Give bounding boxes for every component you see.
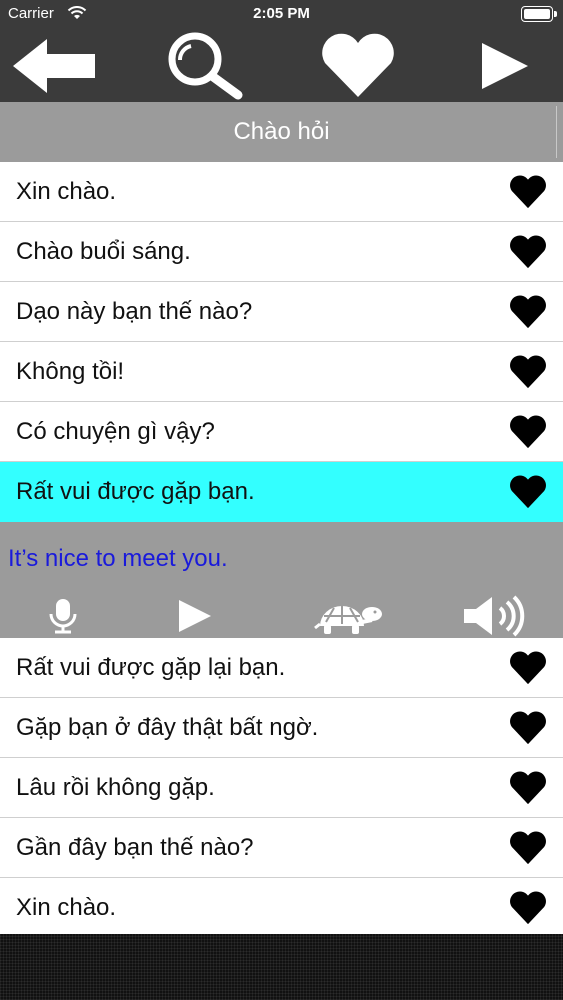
phrase-text: Xin chào. bbox=[16, 893, 117, 921]
heart-icon[interactable] bbox=[509, 709, 547, 747]
translation-panel: It’s nice to meet you. bbox=[0, 522, 563, 638]
phrase-text: Rất vui được gặp bạn. bbox=[16, 478, 255, 505]
play-icon bbox=[482, 43, 528, 89]
heart-icon[interactable] bbox=[509, 649, 547, 687]
favorites-button[interactable] bbox=[316, 30, 400, 102]
list-item[interactable]: Rất vui được gặp lại bạn. bbox=[0, 638, 563, 698]
list-item-selected[interactable]: Rất vui được gặp bạn. bbox=[0, 462, 563, 522]
slow-play-button[interactable] bbox=[312, 594, 388, 638]
back-button[interactable] bbox=[8, 30, 100, 102]
status-bar: Carrier 2:05 PM bbox=[0, 0, 563, 30]
phrase-text: Gần đây bạn thế nào? bbox=[16, 833, 254, 861]
heart-icon[interactable] bbox=[509, 233, 547, 271]
heart-icon[interactable] bbox=[509, 293, 547, 331]
phrase-text: Có chuyện gì vậy? bbox=[16, 417, 215, 445]
phrase-text: Rất vui được gặp lại bạn. bbox=[16, 653, 286, 681]
phrase-text: Dạo này bạn thế nào? bbox=[16, 297, 253, 325]
list-item[interactable]: Chào buổi sáng. bbox=[0, 222, 563, 282]
bottom-background bbox=[0, 934, 563, 1000]
translation-text: It’s nice to meet you. bbox=[8, 545, 228, 572]
list-item[interactable]: Gần đây bạn thế nào? bbox=[0, 818, 563, 878]
phrase-text: Xin chào. bbox=[16, 177, 117, 205]
heart-icon[interactable] bbox=[509, 173, 547, 211]
back-arrow-icon bbox=[13, 39, 95, 93]
search-button[interactable] bbox=[160, 30, 250, 102]
status-time: 2:05 PM bbox=[253, 5, 310, 22]
heart-icon[interactable] bbox=[509, 353, 547, 391]
list-item[interactable]: Dạo này bạn thế nào? bbox=[0, 282, 563, 342]
list-item[interactable]: Gặp bạn ở đây thật bất ngờ. bbox=[0, 698, 563, 758]
list-item[interactable]: Xin chào. bbox=[0, 878, 563, 938]
section-title: Chào hỏi bbox=[233, 118, 330, 145]
microphone-icon bbox=[49, 599, 77, 634]
phrase-list: Xin chào. Chào buổi sáng. Dạo này bạn th… bbox=[0, 162, 563, 938]
magnifier-icon bbox=[168, 32, 243, 100]
list-item[interactable]: Có chuyện gì vậy? bbox=[0, 402, 563, 462]
play-button[interactable] bbox=[170, 594, 220, 638]
battery-icon bbox=[521, 6, 557, 22]
list-item[interactable]: Xin chào. bbox=[0, 162, 563, 222]
heart-icon[interactable] bbox=[509, 769, 547, 807]
phrase-text: Lâu rồi không gặp. bbox=[16, 773, 215, 801]
phrase-text: Chào buổi sáng. bbox=[16, 237, 191, 265]
heart-icon[interactable] bbox=[509, 473, 547, 511]
section-header: Chào hỏi bbox=[0, 102, 563, 162]
heart-icon[interactable] bbox=[509, 829, 547, 867]
scroll-indicator bbox=[556, 106, 557, 158]
play-icon bbox=[179, 600, 211, 632]
list-item[interactable]: Lâu rồi không gặp. bbox=[0, 758, 563, 818]
phrase-text: Gặp bạn ở đây thật bất ngờ. bbox=[16, 713, 319, 741]
toolbar bbox=[0, 30, 563, 102]
top-bar: Carrier 2:05 PM bbox=[0, 0, 563, 102]
heart-icon[interactable] bbox=[509, 889, 547, 927]
heart-icon[interactable] bbox=[509, 413, 547, 451]
list-item[interactable]: Không tồi! bbox=[0, 342, 563, 402]
speaker-button[interactable] bbox=[460, 594, 530, 638]
play-all-button[interactable] bbox=[470, 30, 540, 102]
phrase-text: Không tồi! bbox=[16, 357, 125, 385]
heart-icon bbox=[322, 33, 394, 97]
speaker-icon bbox=[464, 595, 525, 637]
record-button[interactable] bbox=[38, 594, 88, 638]
turtle-slow-icon bbox=[314, 604, 382, 634]
